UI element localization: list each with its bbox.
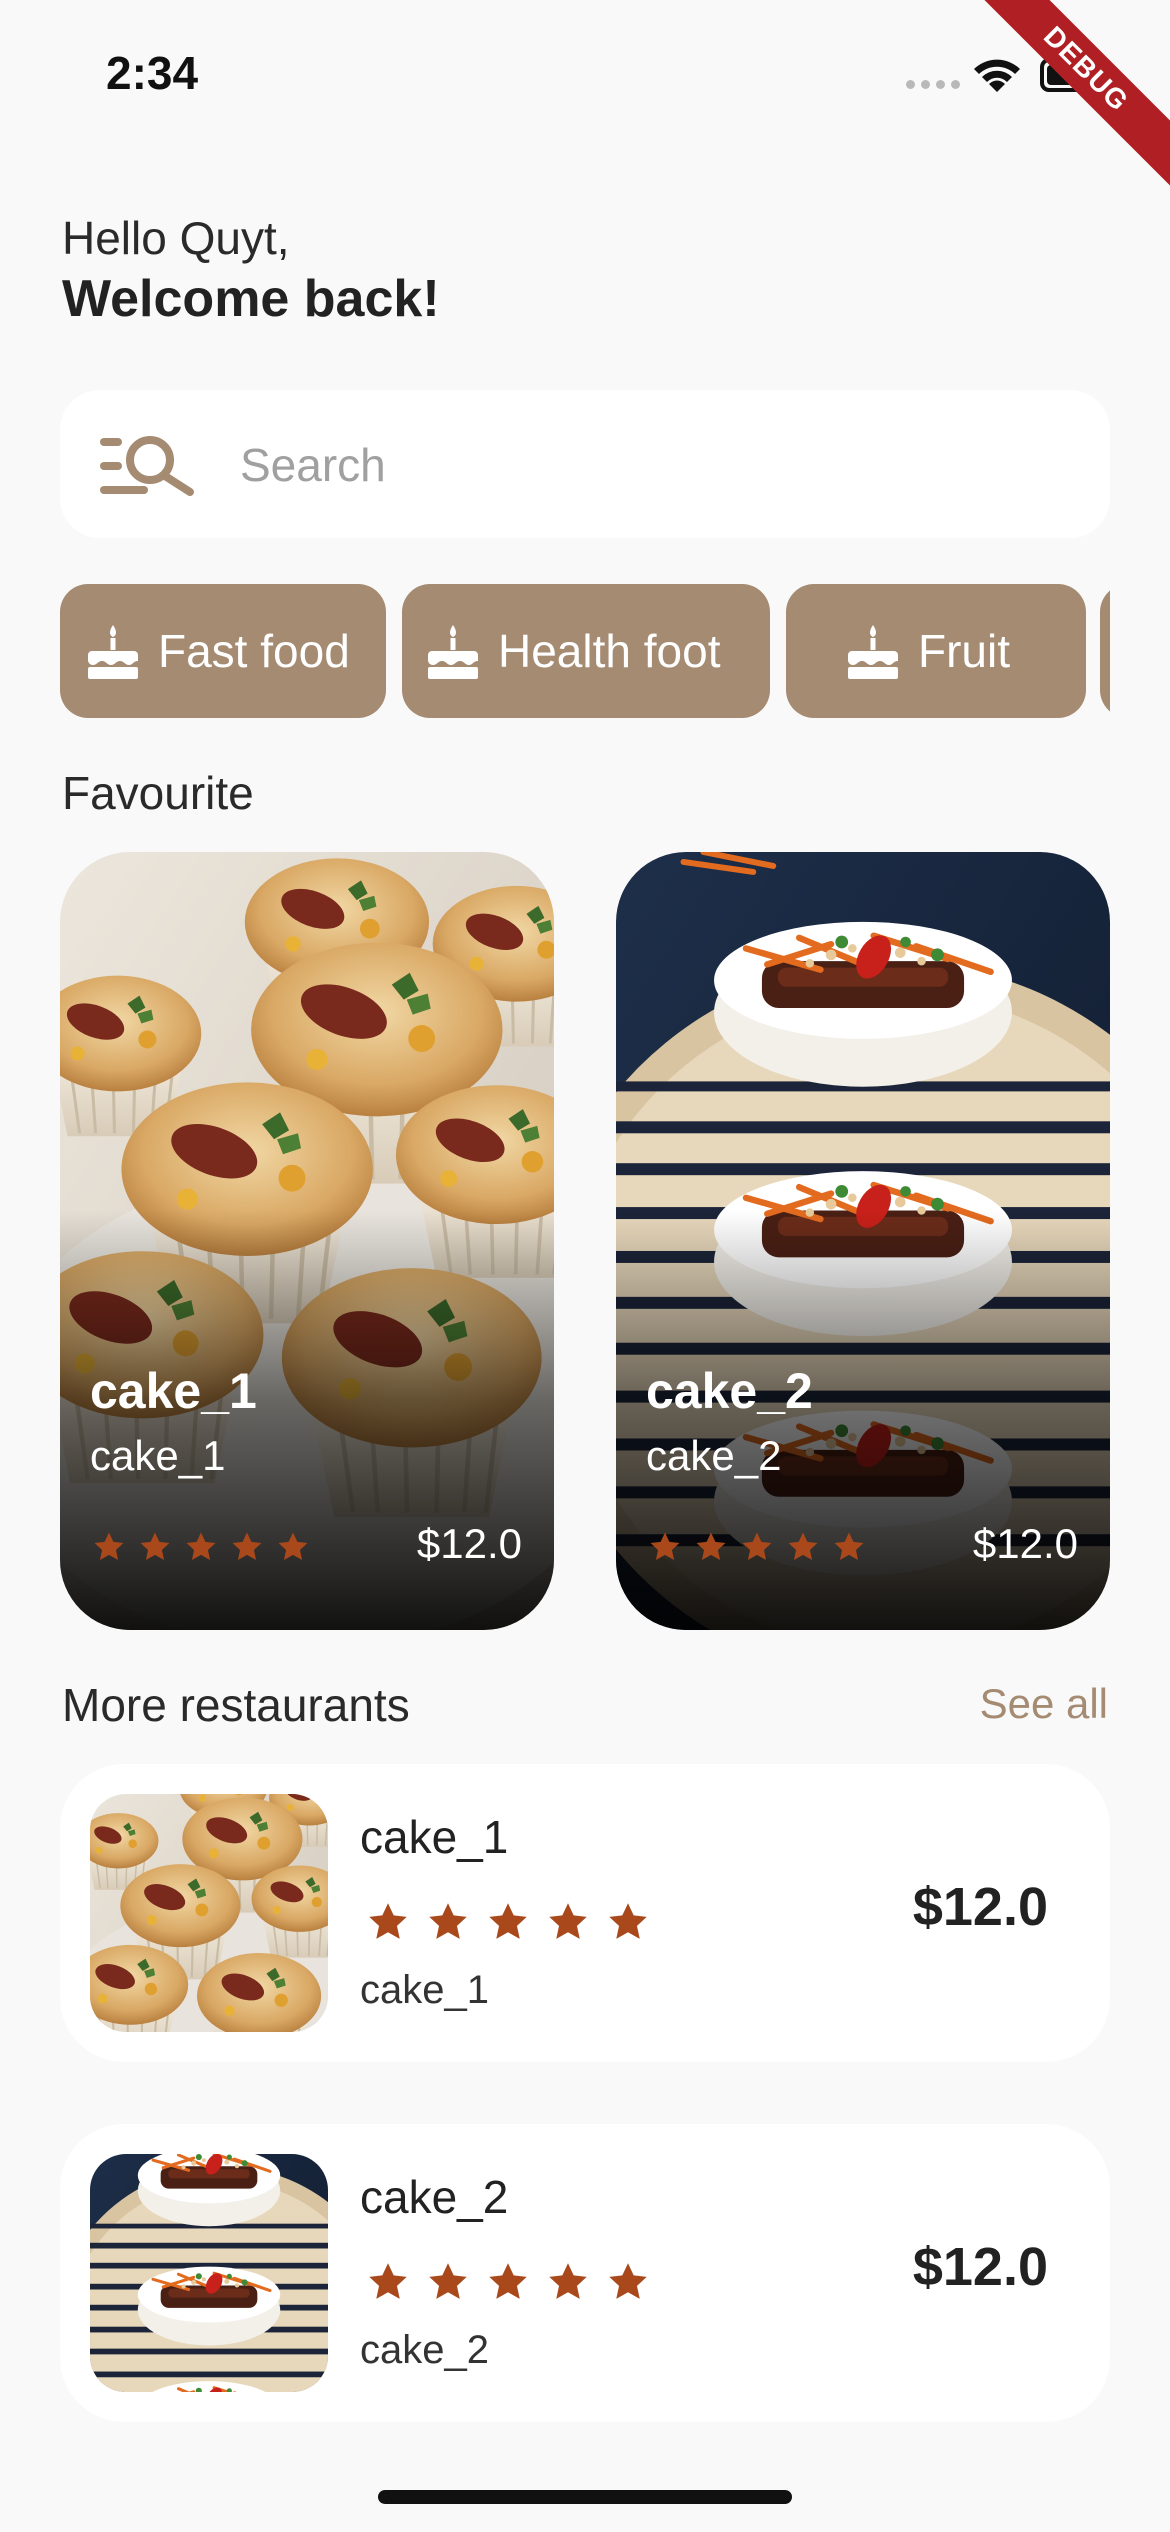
favourite-card[interactable]: cake_1 cake_1 $12.0 (60, 852, 554, 1630)
home-indicator[interactable] (378, 2490, 792, 2504)
star-icon (92, 1530, 126, 1564)
restaurant-card[interactable]: cake_1 cake_1 $12.0 (60, 1764, 1110, 2062)
star-icon (694, 1530, 728, 1564)
favourite-name: cake_2 (646, 1363, 813, 1419)
search-filter-icon[interactable] (98, 432, 202, 498)
star-icon (606, 1900, 650, 1944)
star-icon (740, 1530, 774, 1564)
favourite-title: Favourite (62, 767, 254, 819)
star-icon (606, 2260, 650, 2304)
restaurant-thumbnail (90, 1794, 328, 2032)
rating-stars (92, 1530, 310, 1564)
cellular-signal-icon (906, 80, 960, 89)
cake-icon (86, 623, 140, 679)
restaurant-name: cake_2 (360, 2171, 509, 2223)
cake-icon (846, 623, 900, 679)
cake-icon (426, 623, 480, 679)
status-time: 2:34 (106, 47, 199, 99)
restaurant-price: $12.0 (912, 1877, 1048, 1937)
category-chip-fast-food[interactable]: Fast food (60, 584, 386, 718)
star-icon (546, 2260, 590, 2304)
restaurant-thumbnail (90, 2154, 328, 2392)
star-icon (546, 1900, 590, 1944)
muffins-photo (90, 1794, 328, 2032)
star-icon (832, 1530, 866, 1564)
star-icon (426, 1900, 470, 1944)
favourite-price: $12.0 (416, 1520, 522, 1567)
star-icon (366, 2260, 410, 2304)
restaurant-price: $12.0 (912, 2237, 1048, 2297)
restaurant-subtitle: cake_1 (360, 1968, 489, 2012)
star-icon (230, 1530, 264, 1564)
category-label: Fast food (158, 625, 350, 677)
restaurant-card[interactable]: cake_2 cake_2 $12.0 (60, 2124, 1110, 2422)
star-icon (276, 1530, 310, 1564)
battery-icon (1040, 58, 1109, 92)
rating-stars (366, 1900, 650, 1944)
restaurant-subtitle: cake_2 (360, 2328, 489, 2372)
greeting-welcome: Welcome back! (62, 270, 440, 328)
star-icon (648, 1530, 682, 1564)
category-chip-fruit[interactable]: Fruit (786, 584, 1086, 718)
favourite-card[interactable]: cake_2 cake_2 $12.0 (616, 852, 1110, 1630)
category-chip-health-foot[interactable]: Health foot (402, 584, 770, 718)
wifi-icon (974, 59, 1020, 92)
favourite-subtitle: cake_2 (646, 1432, 782, 1479)
star-icon (486, 2260, 530, 2304)
greeting-hello: Hello Quyt, (62, 212, 290, 264)
rating-stars (366, 2260, 650, 2304)
category-chip-partial[interactable] (1100, 584, 1110, 718)
bao-buns-photo (90, 2154, 328, 2392)
favourite-name: cake_1 (90, 1363, 257, 1419)
more-restaurants-title: More restaurants (62, 1679, 410, 1731)
star-icon (184, 1530, 218, 1564)
star-icon (366, 1900, 410, 1944)
star-icon (138, 1530, 172, 1564)
category-label: Health foot (498, 625, 721, 677)
search-input[interactable]: Search (60, 390, 1110, 538)
star-icon (426, 2260, 470, 2304)
star-icon (786, 1530, 820, 1564)
see-all-link[interactable]: See all (980, 1680, 1108, 1728)
category-label: Fruit (918, 625, 1010, 677)
search-placeholder: Search (240, 439, 386, 491)
rating-stars (648, 1530, 866, 1564)
restaurant-name: cake_1 (360, 1811, 509, 1863)
favourite-subtitle: cake_1 (90, 1432, 226, 1479)
star-icon (486, 1900, 530, 1944)
status-bar: 2:34 (0, 0, 1170, 150)
greeting: Hello Quyt, Welcome back! (62, 210, 440, 332)
category-list: Fast food Health foot Fruit (60, 584, 1110, 720)
favourite-price: $12.0 (972, 1520, 1078, 1567)
